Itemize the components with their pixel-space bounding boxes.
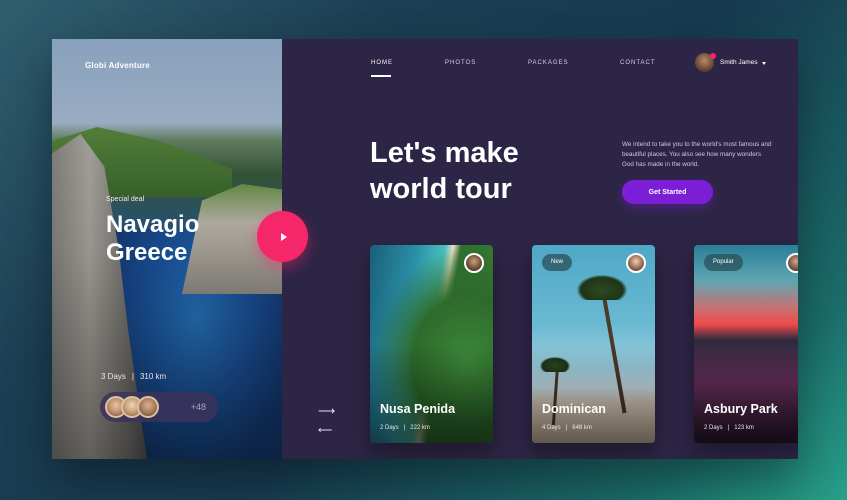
card-days: 2 Days bbox=[704, 425, 723, 431]
card-avatar bbox=[464, 253, 484, 273]
destination-card[interactable]: New Dominican 4 Days | 648 km bbox=[532, 245, 655, 443]
nav-packages[interactable]: PACKAGES bbox=[528, 60, 569, 66]
destination-card[interactable]: Popular Asbury Park 2 Days | 123 km bbox=[694, 245, 798, 443]
card-meta: 2 Days | 222 km bbox=[380, 425, 430, 431]
hero-title: Navagio Greece bbox=[106, 211, 276, 267]
card-distance: 123 km bbox=[734, 425, 754, 431]
hero-eyebrow: Special deal bbox=[106, 196, 145, 203]
hero-distance: 310 km bbox=[139, 372, 167, 381]
card-distance: 222 km bbox=[410, 425, 430, 431]
card-meta-separator: | bbox=[565, 425, 568, 431]
nav-photos[interactable]: PHOTOS bbox=[445, 60, 476, 66]
card-distance: 648 km bbox=[572, 425, 592, 431]
destination-card[interactable]: Nusa Penida 2 Days | 222 km bbox=[370, 245, 493, 443]
card-badge: New bbox=[542, 254, 573, 271]
hero-title-line1: Navagio bbox=[106, 211, 200, 238]
brand-logo[interactable]: Globi Adventure bbox=[85, 61, 150, 70]
user-name[interactable]: Smith James bbox=[720, 59, 758, 66]
card-meta: 2 Days | 123 km bbox=[704, 425, 754, 431]
arrow-left-icon[interactable]: ⟵ bbox=[318, 425, 332, 437]
card-meta: 4 Days | 648 km bbox=[542, 425, 592, 431]
travelers-more-count: +48 bbox=[190, 402, 206, 412]
card-title: Nusa Penida bbox=[380, 402, 456, 416]
intro-text: We intend to take you to the world's mos… bbox=[622, 141, 772, 168]
hero-image: Globi Adventure Special deal Navagio Gre… bbox=[52, 39, 282, 459]
play-icon bbox=[280, 232, 287, 241]
nav-active-underline bbox=[371, 75, 391, 77]
card-meta-separator: | bbox=[403, 425, 406, 431]
card-badge: Popular bbox=[704, 254, 743, 271]
hero-stats-separator: | bbox=[131, 372, 134, 381]
hero-title-line2: Greece bbox=[106, 239, 188, 266]
caret-down-icon[interactable] bbox=[762, 62, 766, 65]
top-nav: HOME PHOTOS PACKAGES CONTACT Smith James bbox=[282, 39, 798, 91]
card-meta-separator: | bbox=[727, 425, 730, 431]
play-button[interactable] bbox=[257, 211, 308, 262]
notification-dot bbox=[710, 53, 716, 59]
page-headline: Let's make world tour bbox=[370, 135, 600, 207]
card-avatar bbox=[626, 253, 646, 273]
app-window: Globi Adventure Special deal Navagio Gre… bbox=[52, 39, 798, 459]
headline-line1: Let's make bbox=[370, 137, 519, 169]
nav-contact[interactable]: CONTACT bbox=[620, 60, 656, 66]
hero-stats: 3 Days | 310 km bbox=[101, 372, 166, 381]
card-days: 2 Days bbox=[380, 425, 399, 431]
headline-line2: world tour bbox=[370, 173, 512, 205]
card-title: Asbury Park bbox=[704, 402, 778, 416]
nav-home[interactable]: HOME bbox=[371, 60, 393, 66]
arrow-right-icon[interactable]: ⟶ bbox=[318, 405, 335, 417]
traveler-avatar bbox=[137, 396, 159, 418]
card-title: Dominican bbox=[542, 402, 606, 416]
travelers-group[interactable]: +48 bbox=[100, 392, 218, 422]
card-days: 4 Days bbox=[542, 425, 561, 431]
hero-days: 3 Days bbox=[101, 372, 126, 381]
get-started-button[interactable]: Get Started bbox=[622, 180, 713, 204]
